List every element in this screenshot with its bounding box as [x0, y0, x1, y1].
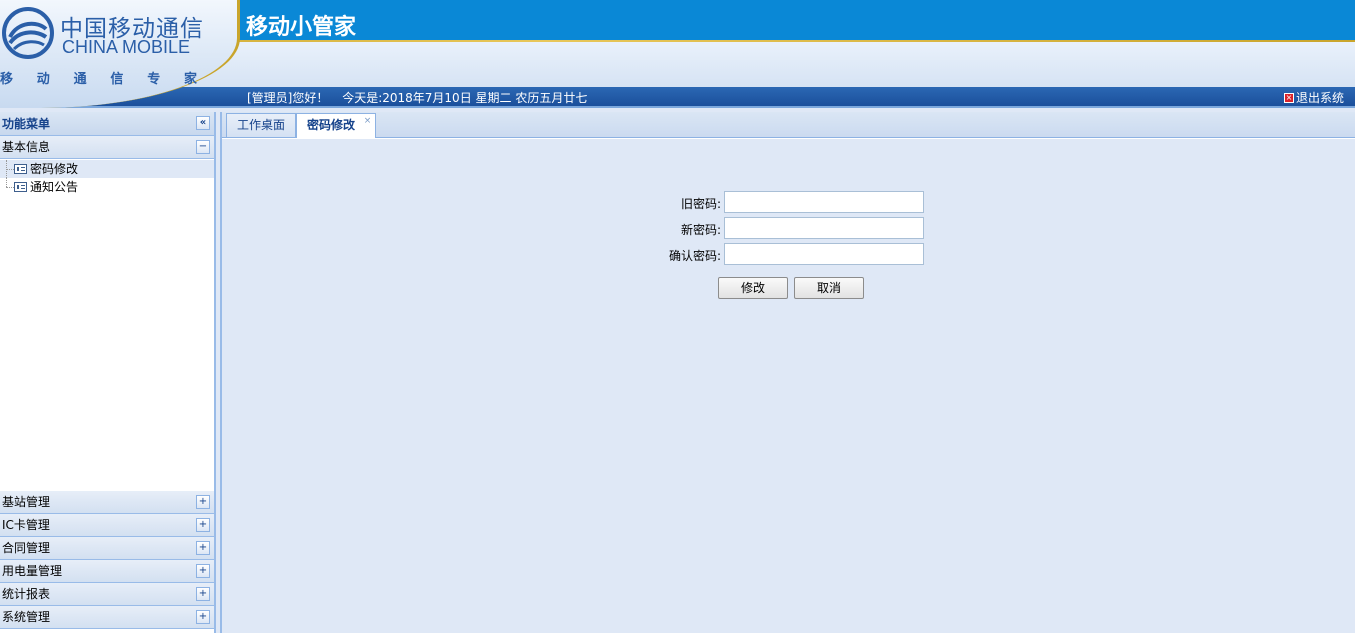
- accordion-header-basic-info[interactable]: 基本信息 −: [0, 136, 214, 159]
- tree-item-change-password[interactable]: 密码修改: [0, 160, 214, 178]
- accordion-label: 合同管理: [2, 541, 51, 555]
- brand-tagline-char: 家: [183, 72, 197, 87]
- current-date: 今天是:2018年7月10日 星期二 农历五月廿七: [342, 91, 588, 105]
- tab-content: 旧密码: 新密码: 确认密码: 修改 取消: [222, 138, 1355, 633]
- document-icon: [14, 164, 27, 174]
- accordion-label: 系统管理: [2, 610, 51, 624]
- logout-icon: ×: [1283, 92, 1294, 103]
- new-password-field[interactable]: [724, 217, 924, 239]
- collapse-sidebar-icon[interactable]: «: [196, 116, 210, 130]
- accordion-label: 基站管理: [2, 495, 51, 509]
- new-password-row: 新密码:: [662, 217, 932, 243]
- china-mobile-logo-icon: [2, 7, 54, 59]
- accordion-header-base-station[interactable]: 基站管理 +: [0, 491, 214, 514]
- welcome-message: [管理员]您好！ 今天是:2018年7月10日 星期二 农历五月廿七: [247, 89, 597, 106]
- accordion-header-power-usage[interactable]: 用电量管理 +: [0, 560, 214, 583]
- tab-label: 密码修改: [307, 118, 356, 132]
- tab-workspace[interactable]: 工作桌面: [226, 113, 297, 137]
- accordion-label: 统计报表: [2, 587, 51, 601]
- expand-section-icon[interactable]: +: [196, 518, 210, 532]
- submit-button[interactable]: 修改: [718, 277, 788, 299]
- tab-change-password[interactable]: 密码修改 ×: [296, 113, 377, 139]
- accordion-header-system[interactable]: 系统管理 +: [0, 606, 214, 629]
- sidebar: 功能菜单 « 基本信息 − 密码修改 通知公告 基站管理 + IC卡管理 + 合…: [0, 112, 216, 633]
- accordion-header-contract[interactable]: 合同管理 +: [0, 537, 214, 560]
- old-password-label: 旧密码:: [680, 197, 721, 211]
- confirm-password-row: 确认密码:: [662, 243, 932, 269]
- welcome-user: [管理员]您好！: [247, 91, 329, 105]
- old-password-field[interactable]: [724, 191, 924, 213]
- main-panel: 工作桌面 密码修改 × 旧密码: 新密码: 确认密码: 修改 取消: [220, 112, 1355, 633]
- brand-tagline: 移 动 通 信 专 家: [0, 68, 205, 87]
- tree-item-label: 密码修改: [30, 162, 79, 176]
- brand-tagline-char: 专: [147, 72, 161, 87]
- collapse-section-icon[interactable]: −: [196, 140, 210, 154]
- old-password-row: 旧密码:: [662, 191, 932, 217]
- logout-label: 退出系统: [1295, 91, 1344, 105]
- tab-bar: 工作桌面 密码修改 ×: [222, 112, 1355, 139]
- expand-section-icon[interactable]: +: [196, 610, 210, 624]
- accordion-label: 用电量管理: [2, 564, 63, 578]
- tree-line: [6, 187, 14, 188]
- new-password-label: 新密码:: [680, 223, 721, 237]
- accordion-label: IC卡管理: [2, 518, 50, 532]
- expand-section-icon[interactable]: +: [196, 587, 210, 601]
- menu-tree: 密码修改 通知公告: [0, 159, 214, 491]
- brand-tagline-char: 动: [36, 72, 50, 87]
- brand-tagline-char: 信: [110, 72, 124, 87]
- accordion-header-reports[interactable]: 统计报表 +: [0, 583, 214, 606]
- tree-line: [6, 169, 14, 170]
- tab-label: 工作桌面: [237, 118, 286, 132]
- sidebar-header: 功能菜单 «: [0, 112, 214, 136]
- expand-section-icon[interactable]: +: [196, 564, 210, 578]
- cancel-button[interactable]: 取消: [794, 277, 864, 299]
- app-header: 中国移动通信 CHINA MOBILE 移 动 通 信 专 家 移动小管家 [管…: [0, 0, 1355, 110]
- brand-tagline-char: 移: [0, 72, 14, 87]
- confirm-password-label: 确认密码:: [668, 249, 721, 263]
- app-title: 移动小管家: [246, 15, 357, 40]
- tree-item-label: 通知公告: [30, 180, 79, 194]
- confirm-password-field[interactable]: [724, 243, 924, 265]
- tree-item-notices[interactable]: 通知公告: [0, 178, 214, 196]
- logout-button[interactable]: × 退出系统: [1283, 89, 1344, 106]
- document-icon: [14, 182, 27, 192]
- form-buttons: 修改 取消: [662, 277, 932, 303]
- change-password-form: 旧密码: 新密码: 确认密码: 修改 取消: [662, 191, 932, 303]
- brand-tagline-char: 通: [73, 72, 87, 87]
- sidebar-title: 功能菜单: [2, 117, 51, 131]
- tree-line: [6, 178, 7, 187]
- logo-panel: 中国移动通信 CHINA MOBILE 移 动 通 信 专 家: [0, 0, 240, 110]
- close-tab-icon[interactable]: ×: [363, 117, 372, 126]
- expand-section-icon[interactable]: +: [196, 495, 210, 509]
- brand-name-english: CHINA MOBILE: [62, 37, 191, 57]
- expand-section-icon[interactable]: +: [196, 541, 210, 555]
- accordion-label: 基本信息: [2, 140, 51, 154]
- accordion-header-ic-card[interactable]: IC卡管理 +: [0, 514, 214, 537]
